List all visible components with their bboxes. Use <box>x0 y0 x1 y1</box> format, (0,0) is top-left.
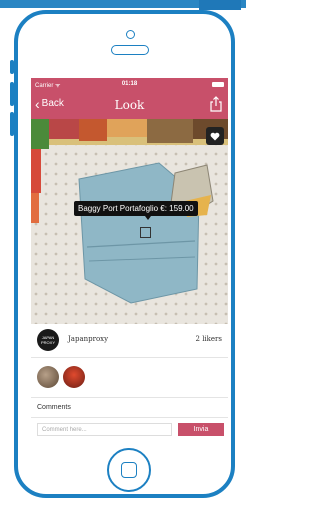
product-tag-label[interactable]: Baggy Port Portafoglio €: 159.00 <box>74 201 198 216</box>
comment-input[interactable]: Comment here... <box>37 423 172 436</box>
home-button[interactable] <box>107 448 151 492</box>
page-top-tab <box>199 0 241 10</box>
liker-avatar[interactable] <box>63 366 85 388</box>
look-photo[interactable] <box>31 119 228 324</box>
share-icon[interactable] <box>210 96 222 112</box>
mute-switch <box>10 60 14 74</box>
battery-icon <box>212 82 224 87</box>
like-button[interactable] <box>206 127 224 145</box>
product-tag-marker[interactable] <box>140 227 151 238</box>
home-button-icon <box>121 462 137 478</box>
page-title: Look <box>114 98 145 112</box>
likers-count[interactable]: 2 likers <box>196 335 222 343</box>
owner-name[interactable]: Japanproxy <box>68 335 108 343</box>
camera-icon <box>126 30 135 39</box>
send-comment-button[interactable]: Invia <box>178 423 224 436</box>
status-bar: Carrier ᯤ 01:18 <box>31 78 228 91</box>
liker-avatar[interactable] <box>37 366 59 388</box>
divider <box>31 417 228 418</box>
volume-up-button <box>10 82 14 106</box>
speaker-icon <box>111 45 149 55</box>
volume-down-button <box>10 112 14 136</box>
product-tag-arrow <box>145 216 151 220</box>
comments-heading: Comments <box>37 404 71 411</box>
app-screen: Carrier ᯤ 01:18 ‹ Back Look Baggy Port P… <box>31 78 228 441</box>
likers-row <box>31 357 228 398</box>
avatar[interactable]: JAPAN PROXY <box>37 329 59 351</box>
owner-row[interactable]: JAPAN PROXY Japanproxy 2 likers <box>31 324 228 358</box>
navigation-bar: ‹ Back Look <box>31 91 228 119</box>
status-time: 01:18 <box>121 81 138 87</box>
heart-icon <box>210 132 220 140</box>
